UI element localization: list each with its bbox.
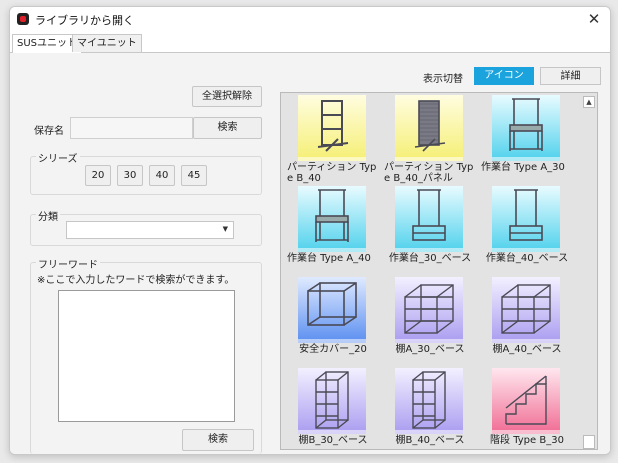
dialog-content: 全選択解除 保存名 検索 シリーズ 20 30 40 45 分類 ▼ フリーワー… (10, 53, 610, 454)
category-title: 分類 (36, 208, 60, 223)
gallery-item-label: 棚B_30_ベース (298, 435, 368, 446)
partition-panel-icon (395, 95, 463, 161)
library-dialog: ライブラリから開く ✕ SUSユニット マイユニット 全選択解除 保存名 検索 … (9, 6, 611, 455)
gallery-item-label: 安全カバー_20 (299, 344, 367, 355)
stairs-icon (492, 368, 560, 434)
gallery-item[interactable]: 作業台_40_ベース (481, 186, 573, 272)
deselect-all-button[interactable]: 全選択解除 (192, 86, 262, 107)
save-name-search-button[interactable]: 検索 (193, 117, 262, 139)
window-title: ライブラリから開く (35, 14, 134, 27)
gallery-item[interactable]: 棚B_30_ベース (287, 368, 379, 449)
series-40-button[interactable]: 40 (149, 165, 175, 186)
gallery-item[interactable]: パーティション Type B_40 (287, 95, 379, 184)
gallery-item[interactable]: 棚B_40_ベース (384, 368, 476, 449)
brand-strip (395, 248, 463, 252)
brand-strip (492, 430, 560, 434)
brand-strip (298, 339, 366, 343)
gallery-scrollbar[interactable]: ▲ (581, 93, 597, 449)
brand-strip (492, 339, 560, 343)
partition-frame-icon (298, 95, 366, 161)
gallery-item[interactable]: 棚A_30_ベース (384, 277, 476, 363)
icon-view-button[interactable]: アイコン (474, 67, 534, 85)
workbench-base-icon (395, 186, 463, 252)
brand-strip (395, 430, 463, 434)
gallery-item-label: 棚B_40_ベース (395, 435, 465, 446)
gallery-item[interactable]: 作業台 Type A_30 (481, 95, 573, 181)
gallery-item-label: 作業台 Type A_30 (481, 162, 565, 173)
category-group: 分類 ▼ (30, 208, 262, 246)
gallery-item-label: パーティション Type B_40_パネル (384, 162, 474, 184)
gallery-item-label: パーティション Type B_40 (287, 162, 377, 184)
freeword-group: フリーワード ※ここで入力したワードで検索ができます。 検索 (30, 256, 262, 454)
gallery-item[interactable]: パーティション Type B_40_パネル (384, 95, 476, 184)
dropdown-arrow-icon: ▼ (222, 225, 228, 233)
category-select[interactable]: ▼ (66, 221, 234, 239)
brand-strip (298, 430, 366, 434)
gallery-item[interactable]: 作業台 Type A_40 (287, 186, 379, 272)
scroll-up-arrow-icon[interactable]: ▲ (583, 96, 595, 108)
unit-gallery: パーティション Type B_40 パーティション Type B_40_パネル 作業… (280, 92, 598, 450)
detail-view-button[interactable]: 詳細 (540, 67, 601, 85)
freeword-title: フリーワード (36, 256, 100, 271)
app-logo-icon (17, 13, 29, 25)
title-bar: ライブラリから開く ✕ (10, 7, 610, 31)
series-title: シリーズ (36, 150, 80, 165)
shelf-tall-icon (298, 368, 366, 434)
close-button[interactable]: ✕ (583, 9, 605, 29)
view-toggle-label: 表示切替 (423, 74, 463, 85)
shelf-wide-icon (395, 277, 463, 343)
brand-strip (492, 157, 560, 161)
series-30-button[interactable]: 30 (117, 165, 143, 186)
scroll-thumb[interactable] (583, 435, 595, 449)
shelf-wide-icon (492, 277, 560, 343)
freeword-search-button[interactable]: 検索 (182, 429, 254, 451)
workbench-icon (492, 95, 560, 161)
brand-strip (395, 339, 463, 343)
gallery-item[interactable]: 安全カバー_20 (287, 277, 379, 363)
workbench-icon (298, 186, 366, 252)
series-45-button[interactable]: 45 (181, 165, 207, 186)
brand-strip (298, 157, 366, 161)
gallery-item-label: 棚A_30_ベース (395, 344, 465, 355)
gallery-item[interactable]: 棚A_40_ベース (481, 277, 573, 363)
gallery-item-label: 階段 Type B_30 (490, 435, 564, 446)
gallery-item[interactable]: 階段 Type B_30 (481, 368, 573, 449)
workbench-base-icon (492, 186, 560, 252)
safety-cover-icon (298, 277, 366, 343)
gallery-item-label: 作業台_30_ベース (388, 253, 472, 264)
save-name-label: 保存名 (34, 126, 64, 137)
save-name-input[interactable] (70, 117, 193, 139)
brand-strip (492, 248, 560, 252)
brand-strip (298, 248, 366, 252)
gallery-item-label: 棚A_40_ベース (492, 344, 562, 355)
series-group: シリーズ 20 30 40 45 (30, 150, 262, 195)
freeword-hint: ※ここで入力したワードで検索ができます。 (37, 275, 235, 286)
series-20-button[interactable]: 20 (85, 165, 111, 186)
tab-my-unit[interactable]: マイユニット (72, 34, 142, 52)
gallery-item[interactable]: 作業台_30_ベース (384, 186, 476, 272)
gallery-item-label: 作業台_40_ベース (485, 253, 569, 264)
freeword-textarea[interactable] (58, 290, 235, 422)
gallery-item-label: 作業台 Type A_40 (287, 253, 371, 264)
brand-strip (395, 157, 463, 161)
shelf-tall-icon (395, 368, 463, 434)
tab-bar: SUSユニット マイユニット (10, 34, 610, 53)
